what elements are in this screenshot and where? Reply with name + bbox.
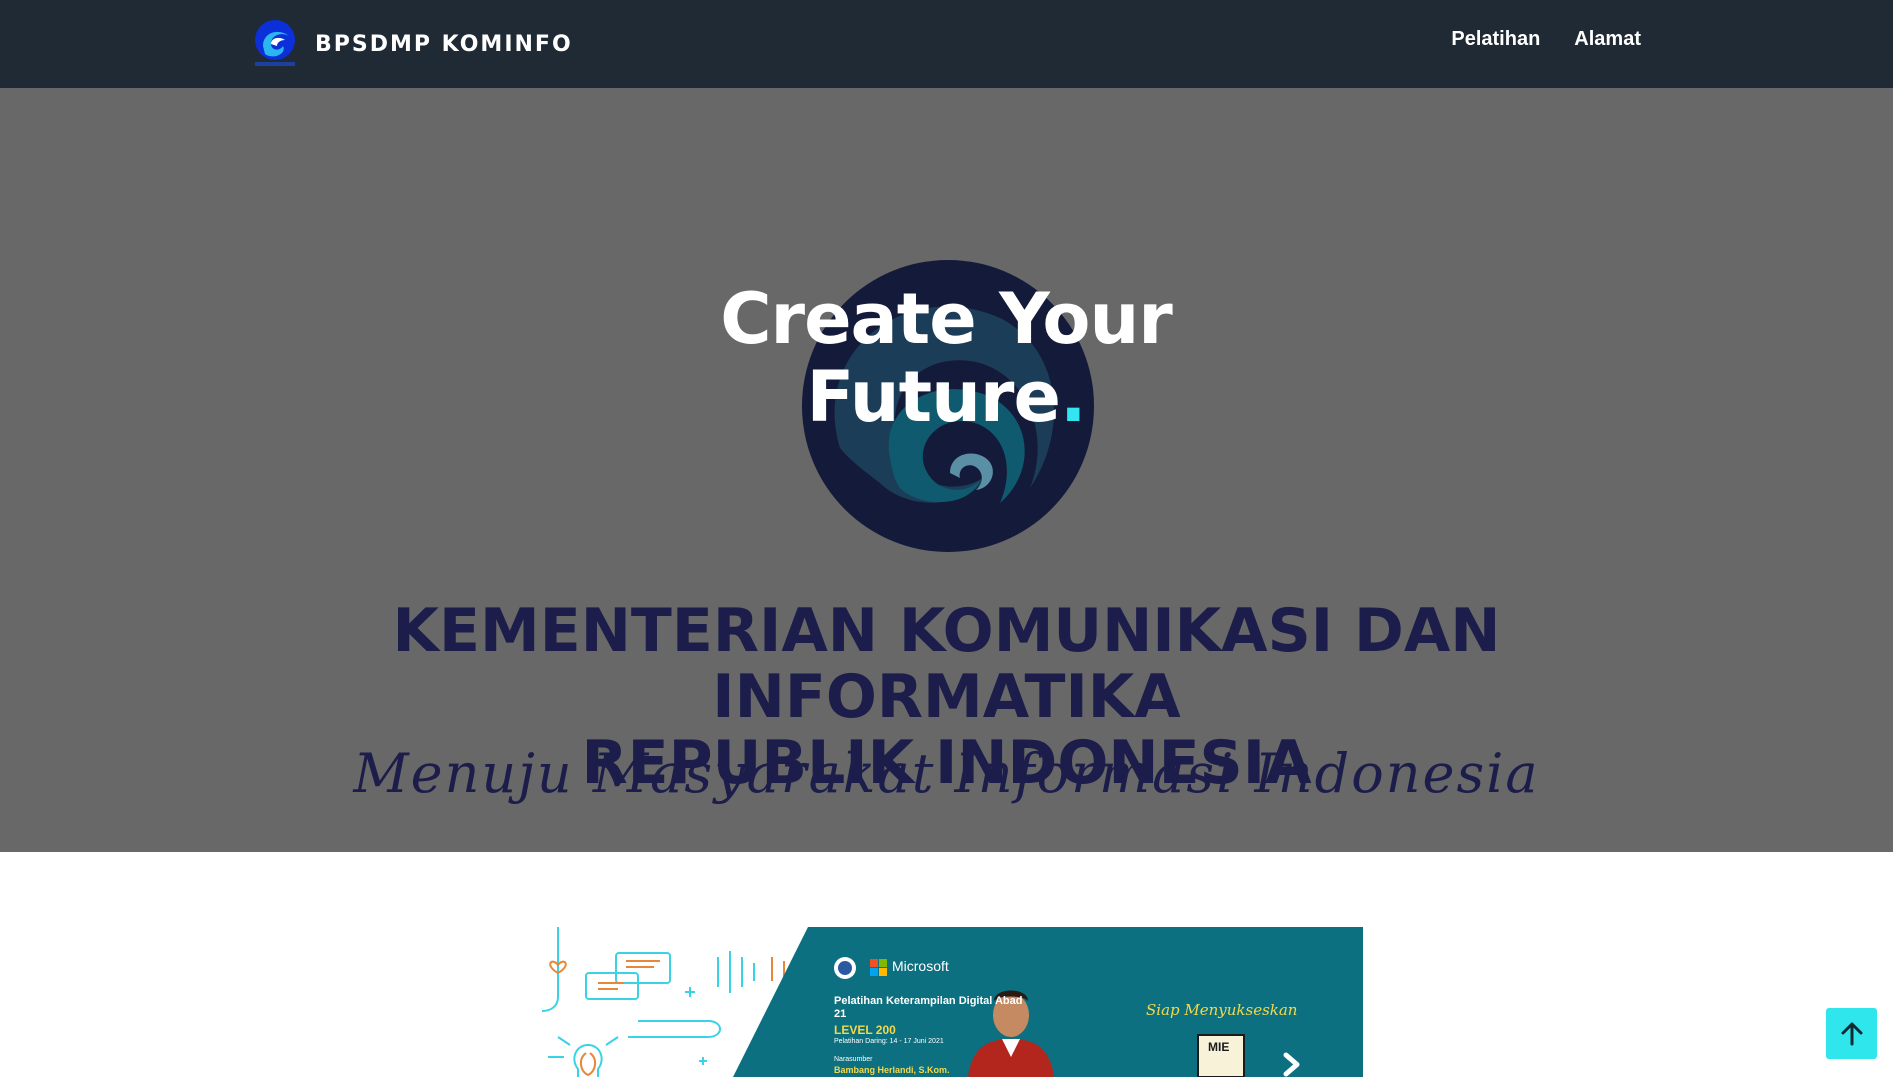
banner-speaker-name: Bambang Herlandi, S.Kom.: [834, 1065, 950, 1075]
training-banner[interactable]: Microsoft Pelatihan Keterampilan Digital…: [528, 927, 1363, 1077]
chevron-right-icon[interactable]: [1281, 1052, 1303, 1077]
ministry-motto: Menuju Masyarakat Informasi Indonesia: [353, 742, 1540, 805]
brand-text: BPSDMP KOMINFO: [315, 31, 573, 57]
hero-headline-word: Future: [806, 356, 1060, 438]
nav-link-alamat[interactable]: Alamat: [1574, 28, 1641, 51]
kominfo-logo-icon: [255, 20, 295, 66]
hero-headline-line1: Create Your: [720, 278, 1173, 360]
nav-link-pelatihan[interactable]: Pelatihan: [1451, 28, 1540, 51]
nav-links: Pelatihan Alamat: [1451, 28, 1641, 51]
hero-headline-line2: Future.: [596, 358, 1296, 436]
banner-tagline: Siap Menyukseskan: [1146, 1001, 1298, 1019]
hero-accent-dot: .: [1059, 356, 1087, 438]
banner-mie-badge: MIE: [1208, 1040, 1230, 1054]
arrow-up-icon: [1841, 1022, 1862, 1045]
navbar: BPSDMP KOMINFO Pelatihan Alamat: [0, 0, 1893, 88]
banner-partner-logo: Microsoft: [892, 958, 949, 974]
ministry-name-line1: KEMENTERIAN KOMUNIKASI DAN INFORMATIKA: [392, 596, 1501, 732]
banner-course-date: Pelatihan Daring: 14 - 17 Juni 2021: [834, 1038, 944, 1045]
banner-course-title: Pelatihan Keterampilan Digital Abad 21: [834, 995, 1023, 1020]
banner-course-level: LEVEL 200: [834, 1023, 896, 1037]
back-to-top-button[interactable]: [1826, 1008, 1877, 1059]
brand-link[interactable]: BPSDMP KOMINFO: [253, 16, 573, 72]
banner-speaker-label: Narasumber: [834, 1056, 873, 1063]
hero-headline: Create Your Future.: [596, 280, 1296, 436]
hero-section: Create Your Future. KEMENTERIAN KOMUNIKA…: [0, 88, 1893, 852]
